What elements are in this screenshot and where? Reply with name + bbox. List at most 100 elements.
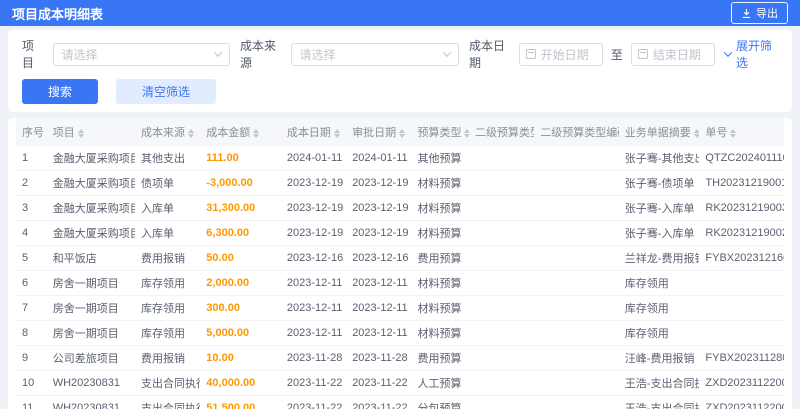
table-cell: 1	[16, 146, 47, 171]
start-date-input[interactable]: 开始日期	[518, 42, 603, 66]
table-cell	[534, 195, 619, 221]
column-header[interactable]: 单号	[699, 118, 784, 146]
table-cell: 其他支出	[135, 146, 201, 171]
table-cell: 库存领用	[618, 270, 700, 296]
table-body: 1 金融大厦采购项目 其他支出 111.00 2024-01-11 2024-01-11 其…	[16, 146, 784, 409]
table-cell: FYBX20231216001	[699, 245, 784, 271]
table-cell	[534, 220, 619, 246]
table-row: 4 金融大厦采购项目 入库单 6,300.00 2023-12-19 2023-12-19…	[16, 220, 784, 246]
table-cell: 6	[16, 270, 47, 296]
table-cell: 汪峰-费用报销	[618, 345, 700, 371]
table-cell: 王浩-支出合同执行	[618, 395, 700, 409]
table-cell: 2023-11-22	[346, 370, 412, 396]
table-cell	[699, 295, 784, 321]
table-cell: 50.00	[200, 245, 281, 271]
table-cell	[534, 146, 619, 171]
end-date-input[interactable]: 结束日期	[630, 42, 716, 66]
sort-icon[interactable]	[464, 128, 470, 138]
cost-source-select-placeholder: 请选择	[299, 47, 336, 62]
download-icon	[741, 8, 752, 19]
table-cell: 入库单	[135, 195, 201, 221]
table-cell: FYBX20231128001	[699, 345, 784, 371]
table-cell	[469, 146, 535, 171]
table-row: 2 金融大厦采购项目 债项单 -3,000.00 2023-12-19 2023-12-1…	[16, 170, 784, 196]
table-cell: 2023-12-19	[280, 220, 347, 246]
column-header[interactable]: 二级预算类型	[469, 118, 535, 146]
column-header: 序号	[16, 118, 47, 146]
clear-filter-button[interactable]: 清空筛选	[116, 79, 217, 104]
table-cell: WH20230831	[46, 370, 136, 396]
table-cell: TH20231219001	[699, 170, 784, 196]
table-cell: 2023-12-19	[346, 170, 412, 196]
table-cell: 材料预算	[411, 295, 470, 321]
table-row: 5 和平饭店 费用报销 50.00 2023-12-16 2023-12-16 费用预算 兰祥…	[16, 245, 784, 271]
table-cell: 入库单	[135, 220, 201, 246]
table-cell: 房舍一期项目	[46, 320, 136, 346]
table-cell: -3,000.00	[200, 170, 281, 196]
table-cell: 31,300.00	[200, 195, 281, 221]
table-cell: 金融大厦采购项目	[46, 220, 136, 246]
table-cell	[534, 320, 619, 346]
sort-icon[interactable]	[693, 128, 700, 138]
cost-date-filter-label: 成本日期	[469, 39, 506, 70]
export-button[interactable]: 导出	[731, 2, 788, 24]
end-date-placeholder: 结束日期	[652, 47, 701, 62]
expand-filter-toggle[interactable]: 展开筛选	[723, 37, 778, 71]
sort-icon[interactable]	[333, 128, 340, 138]
table-cell: 张子骞-入库单	[618, 220, 700, 246]
table-cell: 2023-11-28	[346, 345, 412, 371]
chevron-down-icon	[213, 48, 223, 57]
table-cell: 张子骞-入库单	[618, 195, 700, 221]
sort-icon[interactable]	[77, 128, 84, 138]
table-cell: 兰祥龙-费用报销	[618, 245, 700, 271]
cost-source-select[interactable]: 请选择	[290, 42, 460, 66]
table-cell: 费用预算	[411, 345, 470, 371]
chevron-down-icon	[723, 48, 733, 57]
column-header[interactable]: 项目	[46, 118, 136, 146]
sort-icon[interactable]	[399, 128, 406, 138]
table-cell	[534, 245, 619, 271]
table-cell: 材料预算	[411, 170, 470, 196]
sort-icon[interactable]	[188, 128, 195, 138]
project-filter: 项目 请选择	[22, 37, 231, 71]
start-date-placeholder: 开始日期	[540, 47, 589, 62]
table-cell: 费用报销	[135, 245, 201, 271]
column-header[interactable]: 成本来源	[135, 118, 201, 146]
date-range-separator: 至	[610, 47, 623, 62]
table-cell	[469, 270, 535, 296]
sort-icon[interactable]	[730, 128, 737, 138]
table-cell: 2	[16, 170, 47, 196]
table-cell	[534, 170, 619, 196]
table-cell: 2023-11-22	[280, 395, 347, 409]
column-header[interactable]: 二级预算类型编码	[534, 118, 619, 146]
table-row: 11WH20230831支出合同执行51,500.002023-11-22202…	[16, 395, 784, 409]
project-filter-label: 项目	[22, 39, 35, 70]
sort-icon[interactable]	[253, 128, 260, 138]
cost-source-filter: 成本来源 请选择	[240, 37, 460, 71]
cost-table-card: 序号项目成本来源成本金额成本日期审批日期预算类型二级预算类型二级预算类型编码业务…	[8, 118, 792, 409]
column-header[interactable]: 预算类型	[411, 118, 470, 146]
project-select[interactable]: 请选择	[52, 42, 231, 66]
table-row: 6 房舍一期项目 库存领用 2,000.00 2023-12-11 2023-12-11 材…	[16, 270, 784, 296]
column-header[interactable]: 业务单据摘要	[618, 118, 700, 146]
table-cell: 库存领用	[618, 320, 700, 346]
table-cell: 2023-12-11	[346, 270, 412, 296]
table-cell: 10	[16, 370, 47, 396]
search-button[interactable]: 搜索	[22, 79, 99, 104]
table-cell: 3	[16, 195, 47, 221]
project-select-placeholder: 请选择	[61, 47, 98, 62]
table-cell	[534, 270, 619, 296]
table-cell: 2023-11-22	[280, 370, 347, 396]
table-cell: 2023-12-11	[280, 295, 347, 321]
table-row: 9 公司差旅项目 费用报销 10.00 2023-11-28 2023-11-28 费用预算…	[16, 345, 784, 371]
column-header[interactable]: 成本金额	[200, 118, 281, 146]
table-cell: 费用报销	[135, 345, 201, 371]
table-cell: 2023-12-16	[346, 245, 412, 271]
column-header[interactable]: 成本日期	[280, 118, 347, 146]
table-cell: 张子骞-其他支出	[618, 146, 700, 171]
filter-panel: 项目 请选择 成本来源 请选择 成本日期 开始日期 至 结束日期 展开筛选 搜索…	[8, 30, 792, 112]
table-row: 7 房舍一期项目 库存领用 300.00 2023-12-11 2023-12-11 材料预…	[16, 295, 784, 321]
cost-source-filter-label: 成本来源	[240, 39, 277, 70]
column-header[interactable]: 审批日期	[346, 118, 412, 146]
table-cell: 2023-12-11	[280, 320, 347, 346]
